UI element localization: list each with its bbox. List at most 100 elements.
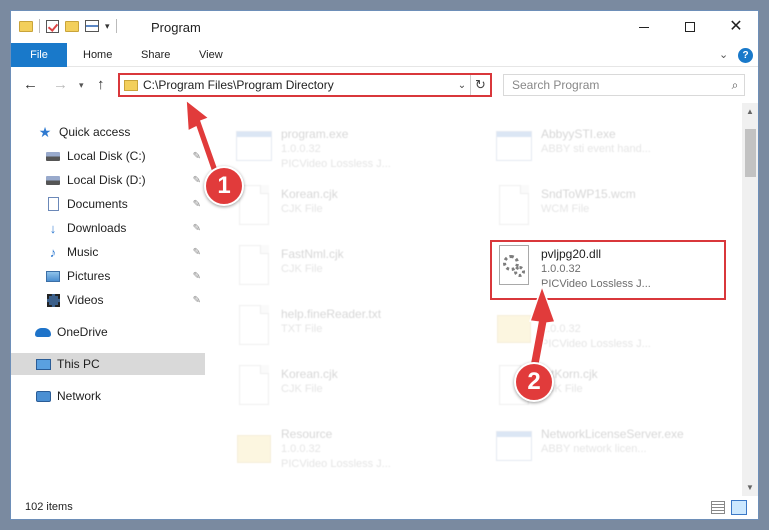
tab-share[interactable]: Share [129,43,182,67]
file-name: AbbyySTI.exe [541,127,616,141]
file-item[interactable]: program.exe 1.0.0.32 PICVideo Lossless J..… [231,121,471,177]
file-name: NetworkLicenseServer.exe [541,427,684,441]
properties-check-icon[interactable] [46,19,59,33]
file-name: program.exe [281,127,349,141]
tab-home[interactable]: Home [71,43,124,67]
computer-icon [35,358,51,370]
address-dropdown-icon[interactable]: ⌄ [454,80,470,91]
up-arrow-icon[interactable]: ↑ [97,76,105,93]
disk-icon [46,175,60,185]
new-folder-icon[interactable] [65,20,79,32]
pin-icon[interactable]: ✎ [193,223,201,234]
highlight-box [490,240,726,300]
pin-icon[interactable]: ✎ [193,199,201,210]
vertical-scrollbar[interactable]: ▲ ▼ [742,103,758,496]
search-icon[interactable]: ⌕ [726,78,744,93]
nav-item-local-disk-d[interactable]: Local Disk (D:) ✎ [11,169,205,191]
address-bar[interactable]: C:\Program Files\Program Directory ⌄ ↻ [118,73,492,97]
file-name: Resource [281,427,333,441]
nav-item-documents[interactable]: Documents ✎ [11,193,205,215]
nav-item-label: Downloads [67,221,127,235]
file-type: CJK File [281,263,323,275]
file-item[interactable]: Korean.cjk CJK File [231,181,471,237]
pin-icon[interactable]: ✎ [193,247,201,258]
file-description: PICVideo Lossless J... [541,338,651,350]
scroll-up-icon[interactable]: ▲ [746,107,754,116]
close-icon: ✕ [729,18,743,35]
file-type: CJK File [281,203,323,215]
nav-item-network[interactable]: Network [11,385,205,407]
file-item[interactable]: Korean.cjk CJK File [231,361,471,417]
nav-item-music[interactable]: ♪ Music ✎ [11,241,205,263]
blank-file-icon [499,185,529,225]
file-item[interactable]: AbbyySTI.exe ABBY sti event hand... [491,121,731,177]
large-icons-view-icon[interactable] [731,500,747,515]
pin-icon[interactable]: ✎ [193,271,201,282]
nav-item-downloads[interactable]: ↓ Downloads ✎ [11,217,205,239]
blank-file-icon [239,245,269,285]
file-name: Korean.cjk [281,367,338,381]
quick-access-toolbar: ▾ [19,19,117,33]
pin-icon[interactable]: ✎ [193,295,201,306]
navigation-pane: ★ Quick access Local Disk (C:) ✎ Local D… [11,103,207,496]
file-description: PICVideo Lossless J... [281,458,391,470]
file-item[interactable]: SndToWP15.wcm WCM File [491,181,731,237]
details-view-icon[interactable] [711,501,725,514]
exe-icon [236,131,272,161]
file-type: WCM File [541,203,590,215]
tab-file[interactable]: File [11,43,67,67]
close-button[interactable]: ✕ [713,11,758,43]
cloud-icon [35,327,51,337]
search-input[interactable]: Search Program [512,78,726,92]
nav-item-label: Local Disk (D:) [67,173,146,187]
ribbon: File Home Share View ⌄ ? [11,43,758,67]
file-type: CJK File [281,383,323,395]
nav-item-local-disk-c[interactable]: Local Disk (C:) ✎ [11,145,205,167]
search-box[interactable]: Search Program ⌕ [503,74,745,96]
recent-locations-dropdown-icon[interactable]: ▾ [79,80,84,91]
minimize-button[interactable] [621,11,667,43]
back-arrow-icon[interactable]: ← [23,76,38,93]
item-count: 102 items [25,501,73,513]
file-item[interactable]: help.fineReader.txt TXT File [231,301,471,357]
scroll-down-icon[interactable]: ▼ [746,483,754,492]
view-props-icon[interactable] [85,20,99,32]
expand-ribbon-chevron-icon[interactable]: ⌄ [719,48,728,61]
folder-icon [497,315,531,343]
file-item[interactable]: FastNml.cjk CJK File [231,241,471,297]
download-arrow-icon: ↓ [49,220,57,236]
window-title: Program [151,20,201,35]
pin-icon[interactable]: ✎ [193,175,201,186]
nav-item-videos[interactable]: Videos ✎ [11,289,205,311]
nav-item-onedrive[interactable]: OneDrive [11,321,205,343]
status-bar: 102 items [11,496,758,519]
customize-toolbar-dropdown-icon[interactable]: ▾ [105,21,110,32]
address-toolbar: ← → ▾ ↑ C:\Program Files\Program Directo… [11,67,758,103]
maximize-icon [685,22,695,32]
file-item[interactable]: NetworkLicenseServer.exe ABBY network lic… [491,421,731,477]
maximize-button[interactable] [667,11,713,43]
file-name: help.fineReader.txt [281,307,382,321]
address-path[interactable]: C:\Program Files\Program Directory [143,78,454,92]
file-name: ... [541,307,552,321]
file-version: 1.0.0.32 [281,443,321,455]
help-icon[interactable]: ? [738,48,753,63]
nav-item-pictures[interactable]: Pictures ✎ [11,265,205,287]
scroll-thumb[interactable] [745,129,756,177]
file-type: TXT File [281,323,323,335]
nav-item-quick-access[interactable]: ★ Quick access [11,121,205,143]
disk-icon [46,151,60,161]
tab-view[interactable]: View [187,43,235,67]
folder-icon [237,435,271,463]
forward-arrow-icon[interactable]: → [53,76,68,93]
file-item[interactable]: Resource 1.0.0.32 PICVideo Lossless J... [231,421,471,477]
pictures-icon [46,270,60,282]
pin-icon[interactable]: ✎ [193,151,201,162]
file-version: 1.0.0.32 [281,143,321,155]
step-1-badge: 1 [204,166,244,206]
blank-file-icon [239,365,269,405]
exe-icon [496,131,532,161]
nav-item-this-pc[interactable]: This PC [11,353,205,375]
refresh-icon[interactable]: ↻ [470,75,490,95]
file-item[interactable]: ... 1.0.0.32 PICVideo Lossless J... [491,301,731,357]
